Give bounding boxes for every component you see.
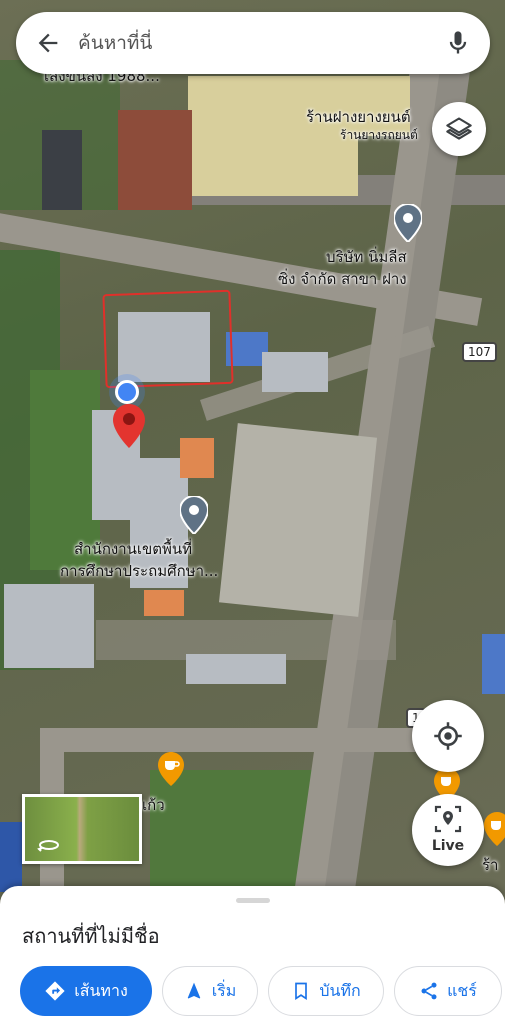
route-shield: 107 [462,342,497,362]
share-button[interactable]: แชร์ [394,966,502,1016]
layers-button[interactable] [432,102,486,156]
map-label: ร้านยางรถยนต์ [340,128,418,142]
microphone-icon[interactable] [444,29,472,57]
current-location-dot-icon [115,380,139,404]
map-label: ร้านฝางยางยนต์ [306,108,411,126]
place-pin-icon[interactable] [392,202,424,244]
building-roof [180,438,214,478]
map-label: เก้ว [142,796,165,814]
building-roof [144,590,184,616]
building-roof [42,130,82,210]
building-roof [0,822,22,892]
building-roof [118,110,192,210]
place-pin-icon[interactable] [178,494,210,536]
search-input[interactable] [78,26,438,60]
directions-button[interactable]: เส้นทาง [20,966,152,1016]
live-label: Live [431,838,465,854]
map-label: ร้า [482,856,499,874]
my-location-icon [434,722,462,750]
bookmark-icon [295,982,308,1001]
directions-label: เส้นทาง [74,980,128,1000]
place-title: สถานที่ที่ไม่มีชื่อ [22,924,160,948]
building-roof [4,584,94,668]
building-roof [186,654,286,684]
rotate-360-icon [37,840,59,852]
live-view-icon [434,805,462,833]
start-label: เริ่ม [211,980,237,1000]
search-bar[interactable] [16,12,490,74]
share-icon [421,982,437,1000]
annotation-box [102,289,234,389]
street-view-thumbnail[interactable] [22,794,142,864]
navigation-arrow-icon [187,982,200,999]
building-roof [262,352,328,392]
save-label: บันทึก [319,980,361,1000]
map-label: สำนักงานเขตพื้นที่ [74,540,193,558]
live-view-button[interactable]: Live [412,794,484,866]
action-chips: เส้นทาง เริ่ม บันทึก แชร์ [20,966,504,1018]
red-dropped-pin-icon[interactable] [113,404,145,448]
road [40,728,420,752]
parking-lot [218,423,378,617]
my-location-button[interactable] [412,700,484,772]
map-label: บริษัท นิ่มลีส [326,248,407,266]
directions-icon [45,981,65,1001]
save-button[interactable]: บันทึก [268,966,384,1016]
map-label: การศึกษาประถมศึกษา... [60,562,219,580]
cafe-icon[interactable] [158,752,184,786]
share-label: แชร์ [447,980,477,1000]
map-label: ซิ่ง จำกัด สาขา ฝาง [278,270,407,288]
sheet-drag-handle[interactable] [236,898,270,903]
start-button[interactable]: เริ่ม [162,966,258,1016]
building-roof [482,634,505,694]
place-bottom-sheet[interactable]: สถานที่ที่ไม่มีชื่อ เส้นทาง เริ่ม บันทึก… [0,886,505,1024]
building-roof [350,76,410,136]
building-roof [188,76,358,196]
back-arrow-icon[interactable] [34,29,62,57]
cafe-icon[interactable] [484,812,505,846]
layers-icon [446,117,472,140]
